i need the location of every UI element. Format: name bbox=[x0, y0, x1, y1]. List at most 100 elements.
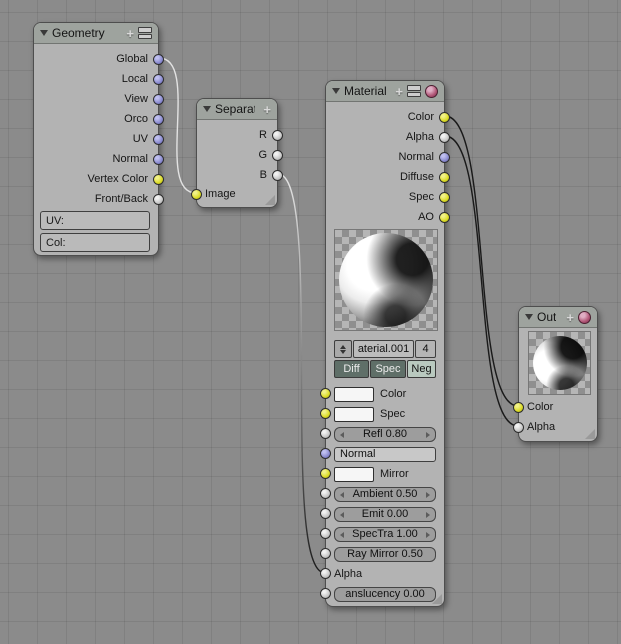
output-label: R bbox=[259, 129, 267, 141]
socket-geometry-view-output[interactable] bbox=[153, 94, 164, 105]
socket-separate-r-output[interactable] bbox=[272, 130, 283, 141]
slider-label: Refl 0.80 bbox=[363, 428, 407, 440]
socket-geometry-frontback-output[interactable] bbox=[153, 194, 164, 205]
output-row: UV bbox=[42, 129, 150, 149]
browse-material-button[interactable] bbox=[334, 340, 352, 358]
socket-geometry-local-output[interactable] bbox=[153, 74, 164, 85]
slider-decrease-icon[interactable] bbox=[340, 512, 344, 518]
socket-geometry-vertexcolor-output[interactable] bbox=[153, 174, 164, 185]
resize-grip[interactable] bbox=[585, 429, 595, 439]
socket-material-raymirror-input[interactable] bbox=[320, 548, 331, 559]
ray-mirror-slider[interactable]: Ray Mirror 0.50 bbox=[334, 547, 436, 562]
node-separate-header[interactable]: Separat bbox=[197, 99, 277, 120]
vertex-color-name-field[interactable]: Col: bbox=[40, 233, 150, 252]
normal-button[interactable]: Normal bbox=[334, 447, 436, 462]
link-separate-b-to-material-alpha[interactable] bbox=[278, 174, 325, 573]
uv-name-field[interactable]: UV: bbox=[40, 211, 150, 230]
color-swatch[interactable] bbox=[334, 387, 374, 402]
node-separate-rgb[interactable]: Separat R G B Image bbox=[196, 98, 278, 208]
ambient-slider[interactable]: Ambient 0.50 bbox=[334, 487, 436, 502]
socket-material-color-input[interactable] bbox=[320, 388, 331, 399]
refl-slider[interactable]: Refl 0.80 bbox=[334, 427, 436, 442]
node-output-header[interactable]: Out bbox=[519, 307, 597, 328]
output-row: Front/Back bbox=[42, 189, 150, 209]
socket-material-normal-output[interactable] bbox=[439, 152, 450, 163]
node-output[interactable]: Out Color Alpha bbox=[518, 306, 598, 442]
input-row-spectra: SpecTra 1.00 bbox=[334, 524, 436, 544]
spec-swatch[interactable] bbox=[334, 407, 374, 422]
output-row: Color bbox=[334, 107, 436, 127]
socket-geometry-uv-output[interactable] bbox=[153, 134, 164, 145]
node-title: Separat bbox=[215, 102, 255, 116]
slider-increase-icon[interactable] bbox=[426, 532, 430, 538]
input-row-raymirror: Ray Mirror 0.50 bbox=[334, 544, 436, 564]
slider-decrease-icon[interactable] bbox=[340, 492, 344, 498]
spectra-slider[interactable]: SpecTra 1.00 bbox=[334, 527, 436, 542]
socket-material-spectra-input[interactable] bbox=[320, 528, 331, 539]
mirror-swatch[interactable] bbox=[334, 467, 374, 482]
neg-toggle[interactable]: Neg bbox=[407, 360, 436, 378]
socket-material-ao-output[interactable] bbox=[439, 212, 450, 223]
node-editor-canvas[interactable]: Geometry Global Local View Orco UV Norma… bbox=[0, 0, 621, 644]
output-label: Alpha bbox=[406, 131, 434, 143]
slider-decrease-icon[interactable] bbox=[340, 532, 344, 538]
socket-material-alpha-input[interactable] bbox=[320, 568, 331, 579]
slider-increase-icon[interactable] bbox=[426, 512, 430, 518]
slider-increase-icon[interactable] bbox=[426, 432, 430, 438]
socket-separate-image-input[interactable] bbox=[191, 189, 202, 200]
socket-material-alpha-output[interactable] bbox=[439, 132, 450, 143]
socket-out-alpha-input[interactable] bbox=[513, 422, 524, 433]
resize-grip[interactable] bbox=[432, 594, 442, 604]
socket-material-emit-input[interactable] bbox=[320, 508, 331, 519]
socket-material-normal-input[interactable] bbox=[320, 448, 331, 459]
socket-separate-b-output[interactable] bbox=[272, 170, 283, 181]
translucency-slider[interactable]: anslucency 0.00 bbox=[334, 587, 436, 602]
socket-geometry-normal-output[interactable] bbox=[153, 154, 164, 165]
node-material-header[interactable]: Material. bbox=[326, 81, 444, 102]
socket-material-diffuse-output[interactable] bbox=[439, 172, 450, 183]
output-row: Diffuse bbox=[334, 167, 436, 187]
plus-icon[interactable] bbox=[126, 27, 134, 40]
collapse-triangle-icon[interactable] bbox=[525, 314, 533, 320]
hide-buttons-icon[interactable] bbox=[407, 85, 421, 97]
spec-toggle[interactable]: Spec bbox=[370, 360, 406, 378]
collapse-triangle-icon[interactable] bbox=[40, 30, 48, 36]
emit-slider[interactable]: Emit 0.00 bbox=[334, 507, 436, 522]
material-preview bbox=[334, 229, 438, 331]
socket-material-translucency-input[interactable] bbox=[320, 588, 331, 599]
socket-separate-g-output[interactable] bbox=[272, 150, 283, 161]
node-geometry[interactable]: Geometry Global Local View Orco UV Norma… bbox=[33, 22, 159, 256]
output-label: Front/Back bbox=[95, 193, 148, 205]
output-label: AO bbox=[418, 211, 434, 223]
input-row-translucency: anslucency 0.00 bbox=[334, 584, 436, 604]
material-name-field[interactable]: aterial.001 bbox=[353, 340, 414, 358]
socket-material-mirror-input[interactable] bbox=[320, 468, 331, 479]
node-geometry-header[interactable]: Geometry bbox=[34, 23, 158, 44]
link-geometry-global-to-separate-image[interactable] bbox=[159, 58, 196, 193]
plus-icon[interactable] bbox=[263, 103, 271, 116]
resize-grip[interactable] bbox=[265, 195, 275, 205]
link-material-color-to-out-color[interactable] bbox=[445, 116, 518, 406]
socket-geometry-orco-output[interactable] bbox=[153, 114, 164, 125]
socket-material-spec-input[interactable] bbox=[320, 408, 331, 419]
hide-buttons-icon[interactable] bbox=[138, 27, 152, 39]
slider-increase-icon[interactable] bbox=[426, 492, 430, 498]
socket-material-refl-input[interactable] bbox=[320, 428, 331, 439]
plus-icon[interactable] bbox=[395, 85, 403, 98]
slider-decrease-icon[interactable] bbox=[340, 432, 344, 438]
socket-out-color-input[interactable] bbox=[513, 402, 524, 413]
socket-material-spec-output[interactable] bbox=[439, 192, 450, 203]
material-users-button[interactable]: 4 bbox=[415, 340, 436, 358]
collapse-triangle-icon[interactable] bbox=[203, 106, 211, 112]
socket-material-ambient-input[interactable] bbox=[320, 488, 331, 499]
link-material-alpha-to-out-alpha[interactable] bbox=[445, 136, 518, 426]
socket-geometry-global-output[interactable] bbox=[153, 54, 164, 65]
plus-icon[interactable] bbox=[566, 311, 574, 324]
socket-material-color-output[interactable] bbox=[439, 112, 450, 123]
output-label: Orco bbox=[124, 113, 148, 125]
output-preview-sphere bbox=[533, 336, 587, 390]
node-material[interactable]: Material. Color Alpha Normal Diffuse Spe… bbox=[325, 80, 445, 607]
collapse-triangle-icon[interactable] bbox=[332, 88, 340, 94]
output-label: UV bbox=[133, 133, 148, 145]
diff-toggle[interactable]: Diff bbox=[334, 360, 369, 378]
